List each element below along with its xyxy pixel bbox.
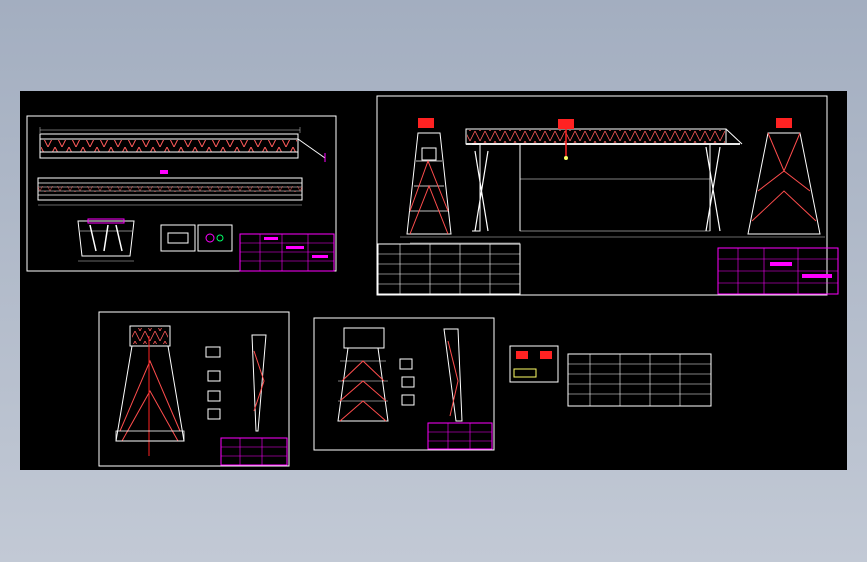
detail-box-1 — [160, 224, 196, 252]
rigid-leg-details — [205, 346, 221, 420]
side-elevation-right — [747, 118, 821, 235]
cad-drawing-canvas[interactable] — [20, 91, 847, 470]
assembly-parameter-table — [377, 243, 521, 295]
left-leg — [472, 143, 721, 232]
general-assembly-sheet[interactable] — [376, 95, 839, 296]
title-block-2 — [717, 247, 839, 295]
title-block-4 — [427, 422, 493, 450]
title-block-1 — [239, 233, 335, 272]
beam-cross-section — [77, 218, 135, 262]
trolley-detail-sheet[interactable] — [509, 345, 559, 383]
side-elevation-left — [406, 118, 452, 235]
beam-elevation-sheet[interactable] — [26, 115, 337, 272]
main-beam-elevation — [39, 127, 326, 174]
main-girder — [465, 128, 743, 145]
rigid-leg-sheet[interactable] — [98, 311, 290, 467]
flexible-leg-sheet[interactable] — [313, 317, 495, 451]
main-beam-plan — [37, 177, 303, 206]
parameter-table-sheet[interactable] — [567, 353, 712, 407]
detail-box-2 — [197, 224, 233, 252]
title-block-3 — [220, 437, 288, 466]
flexible-leg-details — [399, 358, 415, 406]
